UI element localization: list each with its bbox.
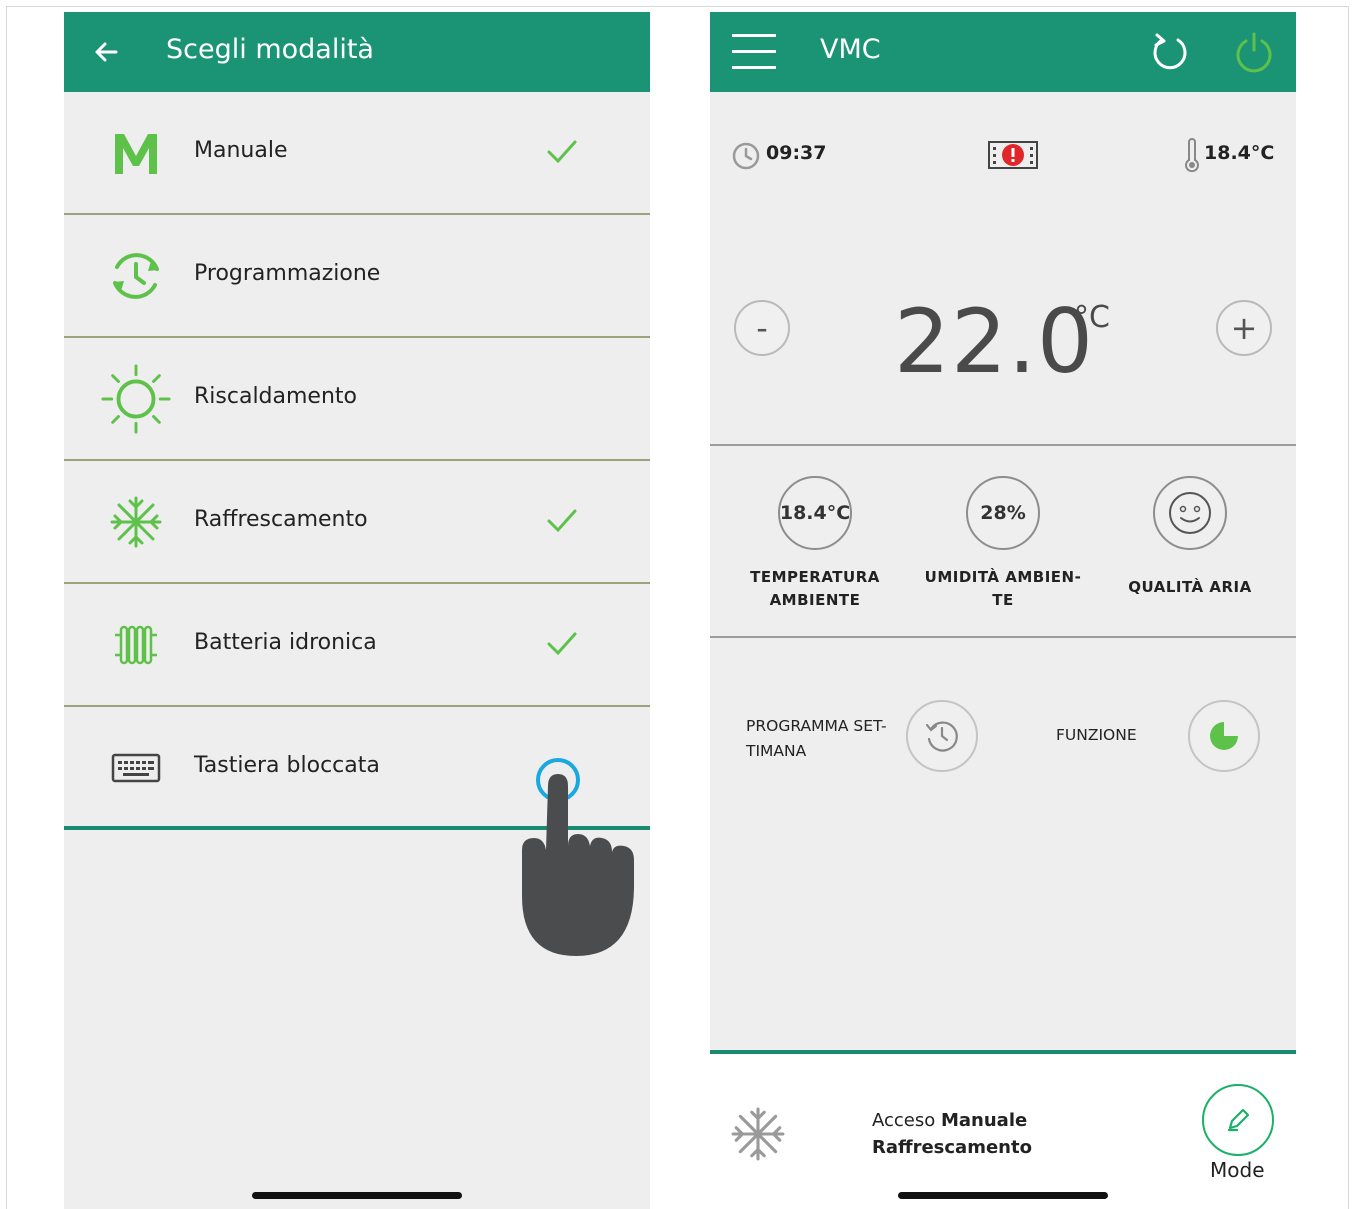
mode-row-manuale[interactable]: Manuale xyxy=(64,92,650,215)
clock-icon xyxy=(732,142,760,170)
page-title: VMC xyxy=(820,34,881,65)
refresh-icon[interactable] xyxy=(1148,30,1192,74)
sensor-value: 18.4°C xyxy=(778,476,852,550)
home-indicator xyxy=(252,1192,462,1199)
mode-label: Manuale xyxy=(194,138,288,163)
mode-label: Programmazione xyxy=(194,261,381,286)
mode-label: Riscaldamento xyxy=(194,384,357,409)
program-function-zone: PROGRAMMA SET- TIMANA FUNZIONE xyxy=(710,692,1296,792)
mode-label: Batteria idronica xyxy=(194,630,377,655)
filter-alarm-icon[interactable] xyxy=(988,140,1038,170)
checkmark-icon xyxy=(547,632,577,656)
mode-button-label: Mode xyxy=(1210,1158,1265,1182)
power-icon[interactable] xyxy=(1232,30,1276,74)
checkmark-icon xyxy=(547,509,577,533)
function-label: FUNZIONE xyxy=(1056,726,1137,744)
sensor-caption: UMIDITÀ AMBIEN- TE xyxy=(924,568,1082,609)
setpoint-unit: °C xyxy=(1074,300,1110,335)
pencil-icon xyxy=(1227,1108,1250,1132)
home-indicator xyxy=(898,1192,1108,1199)
weekly-program-label: PROGRAMMA SET- TIMANA xyxy=(746,717,887,760)
checkmark-icon xyxy=(547,140,577,164)
mode-row-programmazione[interactable]: Programmazione xyxy=(64,215,650,338)
smiley-face-icon xyxy=(1153,476,1227,550)
sun-icon xyxy=(100,364,172,434)
app-bar: Scegli modalità xyxy=(64,12,650,92)
mode-row-batteria-idronica[interactable]: Batteria idronica xyxy=(64,584,650,707)
snowflake-icon xyxy=(731,1107,785,1161)
tap-hand-icon xyxy=(522,758,634,956)
hamburger-menu-icon[interactable] xyxy=(732,32,776,70)
sensor-caption: TEMPERATURA AMBIENTE xyxy=(750,568,880,609)
setpoint-zone: - 22.0 °C + xyxy=(710,212,1296,446)
sensor-value: 28% xyxy=(966,476,1040,550)
sensor-caption: QUALITÀ ARIA xyxy=(1128,578,1252,596)
mode-edit-button[interactable] xyxy=(1202,1084,1274,1156)
sensor-humidity: 28% UMIDITÀ AMBIEN- TE xyxy=(913,476,1093,612)
decrease-button[interactable]: - xyxy=(734,300,790,356)
thermometer-icon xyxy=(1185,138,1199,172)
page-title: Scegli modalità xyxy=(166,34,374,65)
mode-label: Tastiera bloccata xyxy=(194,753,380,778)
function-button[interactable] xyxy=(1188,700,1260,772)
current-time: 09:37 xyxy=(766,142,827,164)
schedule-clock-icon xyxy=(100,245,172,307)
back-arrow-icon[interactable] xyxy=(90,36,122,68)
schedule-history-icon xyxy=(925,721,958,752)
increase-button[interactable]: + xyxy=(1216,300,1272,356)
status-line-2: Raffrescamento xyxy=(872,1137,1032,1158)
mode-selection-screen: Scegli modalità Manuale Programmazione R… xyxy=(64,12,650,1209)
m-letter-icon xyxy=(100,122,172,184)
sensor-temperature: 18.4°C TEMPERATURA AMBIENTE xyxy=(725,476,905,612)
mode-row-riscaldamento[interactable]: Riscaldamento xyxy=(64,338,650,461)
outside-temperature: 18.4°C xyxy=(1204,142,1275,164)
mode-row-raffrescamento[interactable]: Raffrescamento xyxy=(64,461,650,584)
app-bar: VMC xyxy=(710,12,1296,92)
snowflake-icon xyxy=(100,491,172,553)
setpoint-value: 22.0 xyxy=(894,290,1094,393)
moon-pie-icon xyxy=(1210,722,1238,750)
mode-label: Raffrescamento xyxy=(194,507,368,532)
weekly-program-button[interactable] xyxy=(906,700,978,772)
status-line-1: Acceso Manuale xyxy=(872,1110,1028,1131)
radiator-icon xyxy=(100,614,172,676)
status-footer: Acceso Manuale Raffrescamento Mode xyxy=(710,1050,1296,1209)
sensor-air-quality: QUALITÀ ARIA xyxy=(1100,476,1280,599)
status-row: 09:37 18.4°C xyxy=(710,132,1296,182)
keyboard-icon xyxy=(100,737,172,799)
vmc-dashboard-screen: VMC 09:37 18.4°C - 22.0 °C + 18.4°C TEMP… xyxy=(710,12,1296,1209)
sensor-panel: 18.4°C TEMPERATURA AMBIENTE 28% UMIDITÀ … xyxy=(710,448,1296,638)
